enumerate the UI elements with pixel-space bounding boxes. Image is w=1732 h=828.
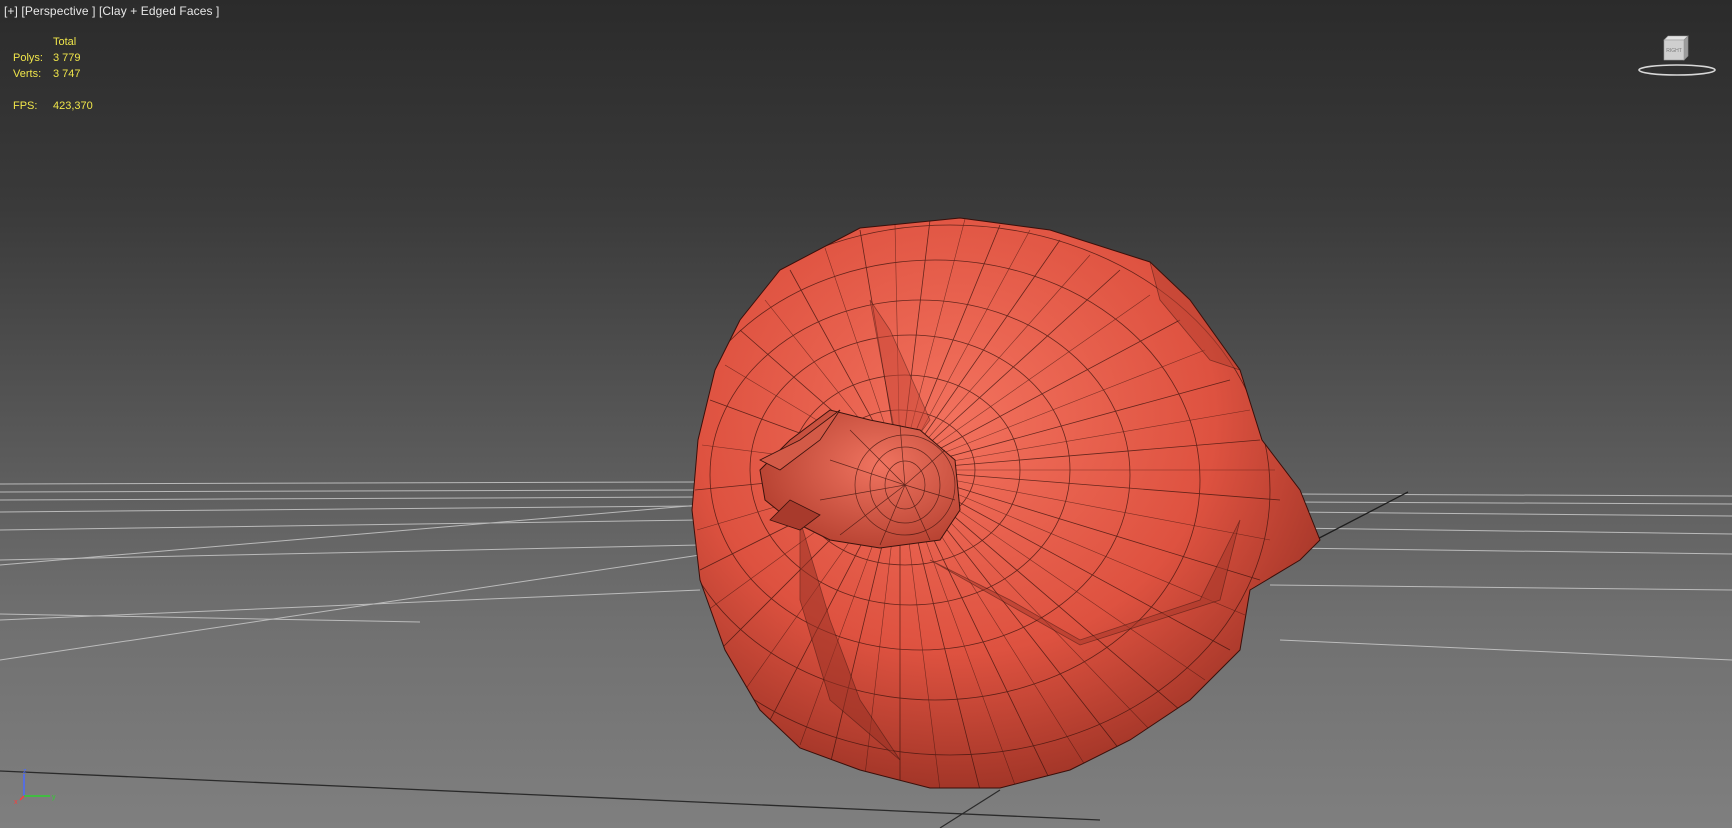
viewport-menu-button[interactable]: [+] [4, 4, 18, 18]
stats-total-header: Total [53, 36, 77, 48]
verts-value: 3 747 [53, 68, 81, 80]
axis-z-label: z [23, 768, 27, 775]
viewcube-face-label: RIGHT [1666, 48, 1682, 54]
polys-value: 3 779 [53, 52, 81, 64]
viewcube-ring[interactable] [1638, 64, 1716, 76]
fps-value: 423,370 [53, 100, 93, 112]
axis-tripod-icon: z y x [14, 768, 56, 806]
viewport-label: [+] [Perspective ] [Clay + Edged Faces ] [4, 4, 219, 18]
axis-y-label: y [52, 794, 56, 801]
view-type-menu[interactable]: [Perspective ] [21, 4, 95, 18]
clay-mesh-model[interactable] [0, 0, 1732, 828]
viewcube[interactable]: RIGHT [1632, 34, 1722, 80]
polys-label: Polys: [13, 52, 43, 64]
verts-label: Verts: [13, 68, 42, 80]
shading-mode-menu[interactable]: [Clay + Edged Faces ] [99, 4, 220, 18]
axis-x-label: x [14, 799, 18, 806]
fps-label: FPS: [13, 100, 38, 112]
statistics-overlay: Total Polys: 3 779 Verts: 3 747 FPS: 423,37… [13, 34, 93, 114]
perspective-viewport[interactable]: [+] [Perspective ] [Clay + Edged Faces ]… [0, 0, 1732, 828]
